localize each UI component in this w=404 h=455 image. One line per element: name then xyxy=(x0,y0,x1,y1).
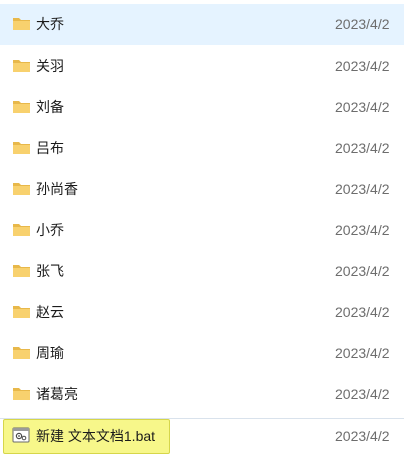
file-name: 吕布 xyxy=(36,140,64,156)
file-row-zhouyu[interactable]: 周瑜 2023/4/2 xyxy=(0,333,404,374)
file-date: 2023/4/2 xyxy=(335,386,390,402)
file-name: 赵云 xyxy=(36,304,64,320)
file-row-liubei[interactable]: 刘备 2023/4/2 xyxy=(0,87,404,128)
folder-icon xyxy=(13,60,30,72)
folder-icon xyxy=(13,388,30,400)
file-date: 2023/4/2 xyxy=(335,345,390,361)
file-date: 2023/4/2 xyxy=(335,304,390,320)
folder-icon xyxy=(13,265,30,277)
file-row-xiaoqiao[interactable]: 小乔 2023/4/2 xyxy=(0,210,404,251)
file-date: 2023/4/2 xyxy=(335,222,390,238)
folder-icon xyxy=(13,101,30,113)
file-row-zhangfei[interactable]: 张飞 2023/4/2 xyxy=(0,251,404,292)
file-name: 周瑜 xyxy=(36,345,64,361)
file-date: 2023/4/2 xyxy=(335,428,390,444)
file-name: 小乔 xyxy=(36,222,64,238)
file-row-zhugeliang[interactable]: 诸葛亮 2023/4/2 xyxy=(0,374,404,415)
folder-icon xyxy=(13,347,30,359)
folder-icon xyxy=(13,183,30,195)
file-date: 2023/4/2 xyxy=(335,181,390,197)
file-date: 2023/4/2 xyxy=(335,58,390,74)
file-row-zhaoyun[interactable]: 赵云 2023/4/2 xyxy=(0,292,404,333)
file-row-sunshangxiang[interactable]: 孙尚香 2023/4/2 xyxy=(0,169,404,210)
file-name: 张飞 xyxy=(36,263,64,279)
file-name: 刘备 xyxy=(36,99,64,115)
file-date: 2023/4/2 xyxy=(335,263,390,279)
file-date: 2023/4/2 xyxy=(335,16,390,32)
file-row-daqiao[interactable]: 大乔 2023/4/2 xyxy=(0,4,404,45)
file-row-bat[interactable]: 新建 文本文档1.bat 2023/4/2 xyxy=(0,416,404,455)
file-name: 大乔 xyxy=(36,16,64,32)
file-name: 新建 文本文档1.bat xyxy=(36,428,156,444)
file-row-lvbu[interactable]: 吕布 2023/4/2 xyxy=(0,128,404,169)
folder-icon xyxy=(13,224,30,236)
file-date: 2023/4/2 xyxy=(335,140,390,156)
file-name: 诸葛亮 xyxy=(36,386,78,402)
file-row-guanyu[interactable]: 关羽 2023/4/2 xyxy=(0,46,404,87)
folder-icon xyxy=(13,142,30,154)
file-name: 孙尚香 xyxy=(36,181,78,197)
folder-icon xyxy=(13,18,30,30)
folder-icon xyxy=(13,306,30,318)
file-list: 大乔 2023/4/2 关羽 2023/4/2 刘备 2023/4/2 吕布 2… xyxy=(0,0,404,455)
bat-file-icon xyxy=(12,427,30,443)
file-date: 2023/4/2 xyxy=(335,99,390,115)
file-name: 关羽 xyxy=(36,58,64,74)
